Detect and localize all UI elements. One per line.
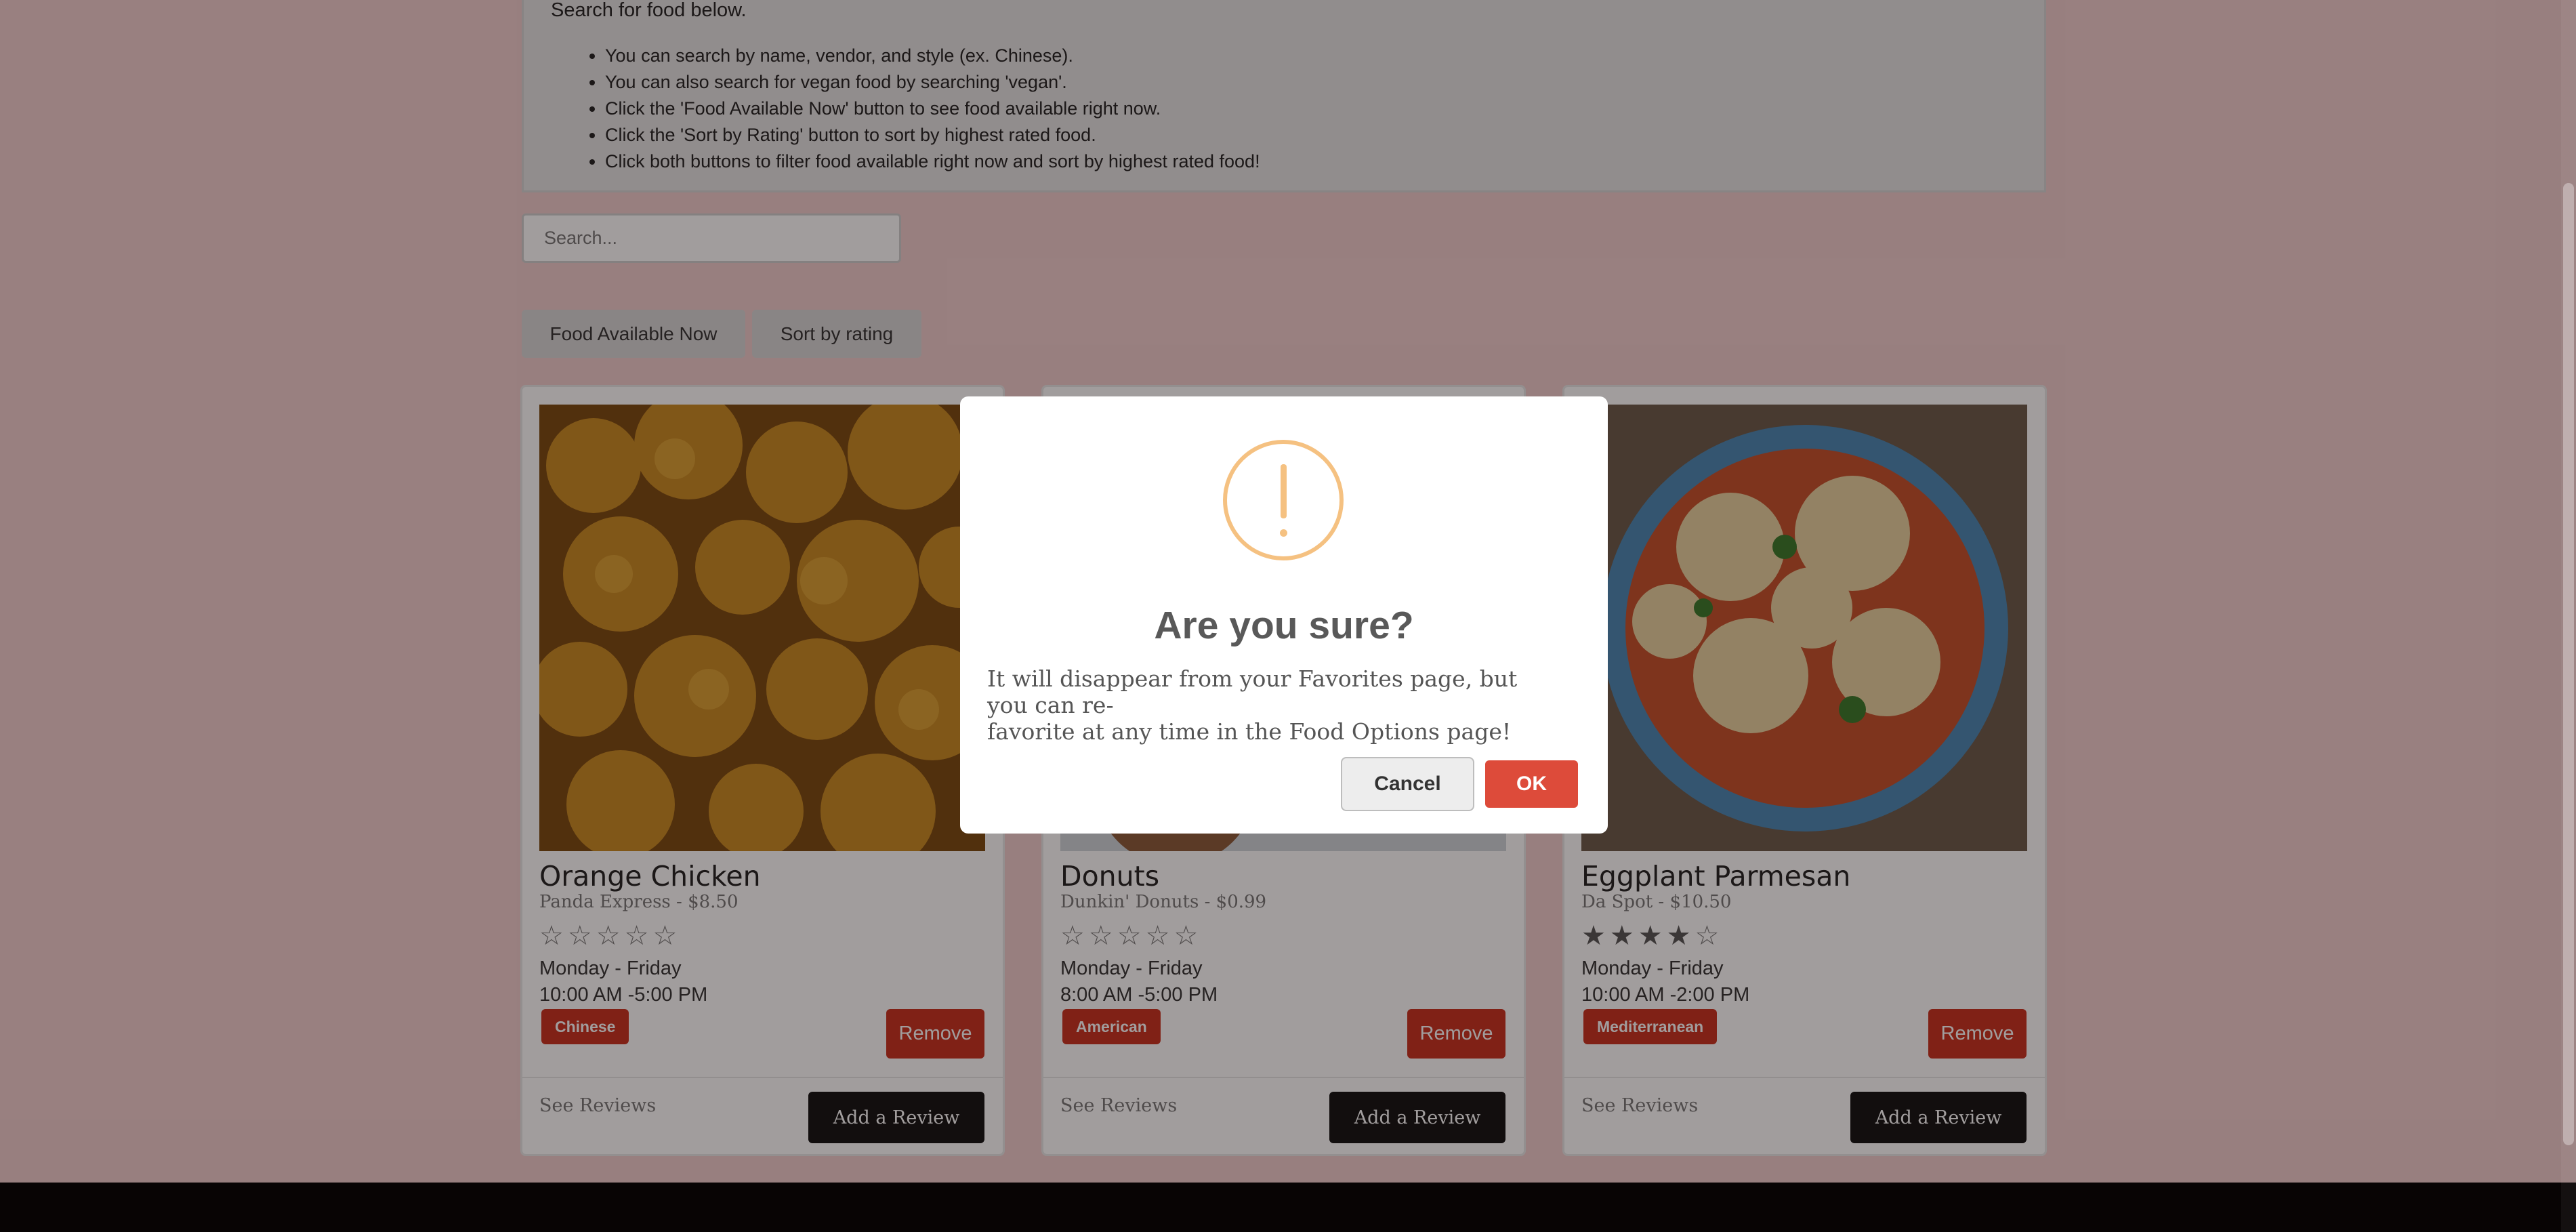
scrollbar[interactable] [2561, 0, 2576, 1232]
scrollbar-thumb[interactable] [2563, 183, 2574, 1145]
dialog-message: It will disappear from your Favorites pa… [987, 665, 1563, 745]
cancel-button[interactable]: Cancel [1341, 757, 1474, 811]
ok-button[interactable]: OK [1485, 760, 1578, 808]
warning-icon-bar [1281, 464, 1287, 518]
dialog-title: Are you sure? [1154, 604, 1414, 647]
confirm-dialog: Are you sure? It will disappear from you… [960, 396, 1608, 834]
dialog-message-line: It will disappear from your Favorites pa… [987, 665, 1518, 718]
warning-icon-dot [1280, 529, 1287, 537]
warning-icon [1223, 440, 1344, 560]
dialog-message-line: favorite at any time in the Food Options… [987, 718, 1512, 745]
